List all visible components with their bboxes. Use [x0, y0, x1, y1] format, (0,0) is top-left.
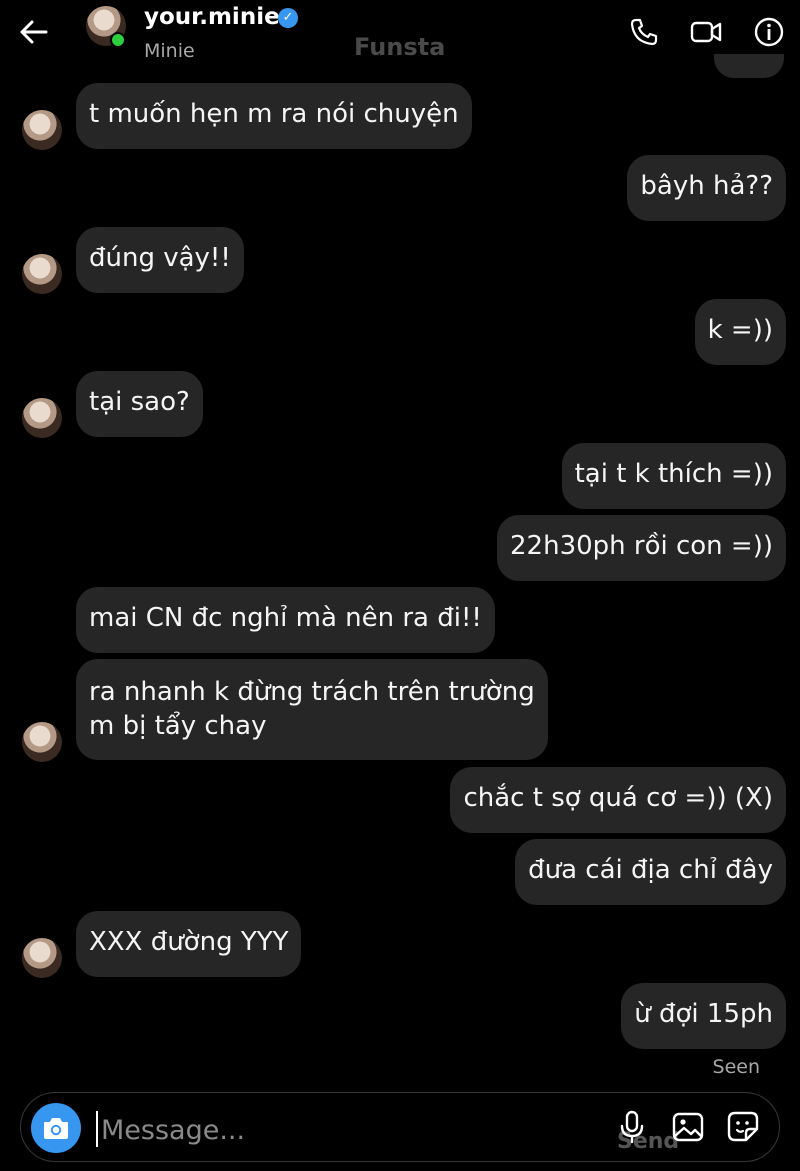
message-sent[interactable]: bâyh hả?? [627, 155, 786, 221]
message-text: tại sao? [89, 387, 190, 417]
message-sent[interactable]: ừ đợi 15ph [621, 983, 786, 1049]
message-received[interactable]: mai CN đc nghỉ mà nên ra đi!! [76, 587, 495, 653]
message-text: ừ đợi 15ph [634, 999, 773, 1029]
message-text: đưa cái địa chỉ đây [528, 855, 773, 885]
gallery-icon[interactable] [671, 1109, 705, 1145]
chat-display-name: Minie [144, 40, 195, 62]
message-text: bâyh hả?? [640, 171, 773, 201]
sender-avatar[interactable] [22, 398, 62, 438]
message-sent[interactable]: chắc t sợ quá cơ =)) (X) [450, 767, 786, 833]
sticker-icon[interactable] [726, 1109, 760, 1145]
message-input[interactable] [99, 1107, 603, 1153]
chat-header: your.minie ✓ Minie Funsta [0, 0, 800, 72]
sender-avatar[interactable] [22, 254, 62, 294]
message-text: t muốn hẹn m ra nói chuyện [89, 99, 459, 129]
camera-icon[interactable] [31, 1103, 81, 1153]
microphone-icon[interactable] [615, 1109, 649, 1145]
sender-avatar[interactable] [22, 722, 62, 762]
message-sent[interactable]: đưa cái địa chỉ đây [515, 839, 786, 905]
online-status-dot [110, 32, 126, 48]
text-caret [96, 1111, 98, 1147]
message-text: mai CN đc nghỉ mà nên ra đi!! [89, 603, 482, 633]
watermark-text: Funsta [354, 33, 446, 61]
message-received[interactable]: tại sao? [76, 371, 203, 437]
message-received[interactable]: XXX đường YYY [76, 911, 302, 977]
message-text: ra nhanh k đừng trách trên trường [89, 677, 535, 707]
message-received[interactable]: ra nhanh k đừng trách trên trường m bị t… [76, 659, 548, 760]
message-received[interactable]: đúng vậy!! [76, 227, 244, 293]
message-sent[interactable]: k =)) [694, 299, 786, 365]
sender-avatar[interactable] [22, 110, 62, 150]
back-arrow-icon[interactable] [18, 18, 50, 46]
message-text: đúng vậy!! [89, 243, 231, 273]
info-icon[interactable] [753, 16, 785, 48]
message-composer: Send [20, 1092, 780, 1162]
sender-avatar[interactable] [22, 938, 62, 978]
video-icon[interactable] [690, 16, 722, 48]
message-received[interactable]: t muốn hẹn m ra nói chuyện [76, 83, 472, 149]
phone-icon[interactable] [628, 16, 660, 48]
chat-username[interactable]: your.minie [144, 4, 280, 30]
message-text: 22h30ph rồi con =)) [510, 531, 773, 561]
message-text: k =)) [707, 315, 773, 345]
message-text: chắc t sợ quá cơ =)) (X) [463, 783, 773, 813]
message-sent[interactable]: tại t k thích =)) [561, 443, 786, 509]
message-text: tại t k thích =)) [574, 459, 773, 489]
previous-message-bubble [714, 54, 784, 78]
message-text: XXX đường YYY [89, 927, 289, 957]
message-sent[interactable]: 22h30ph rồi con =)) [497, 515, 786, 581]
message-text-line2: m bị tẩy chay [89, 711, 267, 741]
seen-status: Seen [712, 1056, 760, 1078]
verified-badge-icon: ✓ [278, 8, 298, 28]
